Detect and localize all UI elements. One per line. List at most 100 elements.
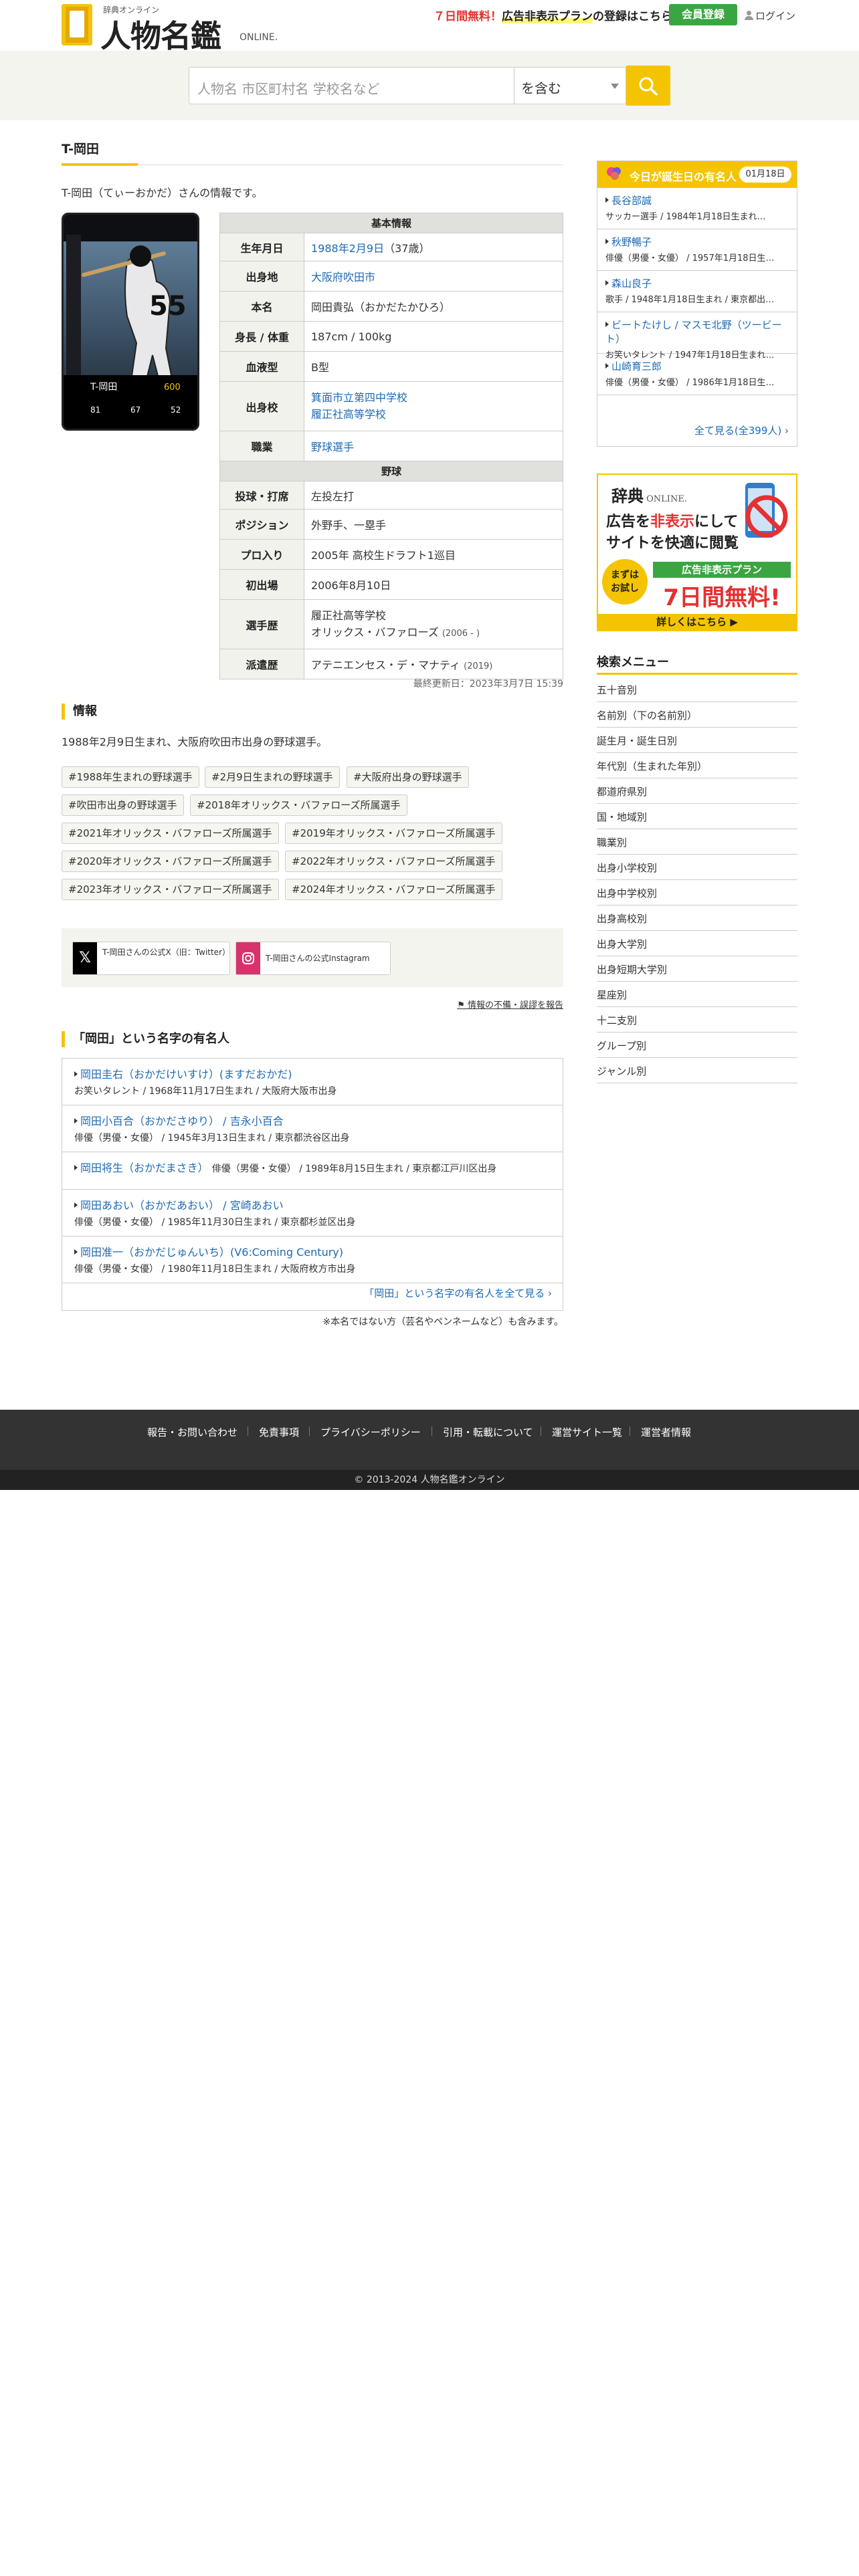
sns-box: 𝕏 T-岡田さんの公式X（旧：Twitter） T-岡田さんの公式Instagr… (62, 928, 563, 987)
search-menu-item[interactable]: 出身中学校別 (597, 880, 797, 905)
person-desc: 俳優（男優・女優） / 1980年11月18日生まれ / 大阪府枚方市出身 (74, 1264, 356, 1275)
card-stat-3: 52 (171, 405, 181, 415)
same-name-more-link[interactable]: 「岡田」という名字の有名人を全て見る › (364, 1286, 552, 1300)
search-input[interactable]: 人物名 市区町村名 学校名など (189, 67, 515, 104)
report-link[interactable]: ⚑ 情報の不備・誤謬を報告 (401, 998, 563, 1010)
list-item[interactable]: ビートたけし / マスモ北野（ツービート） お笑いタレント / 1947年1月18… (597, 312, 797, 360)
footer-divider (309, 1426, 310, 1436)
tag-link[interactable]: #2023年オリックス・バファローズ所属選手 (62, 879, 279, 900)
promo-free-text: ７日間無料！ (434, 10, 502, 23)
ad-free-promo-link[interactable]: ７日間無料！広告非表示プランの登録はこちら (434, 7, 672, 23)
person-desc: 俳優（男優・女優） / 1989年8月15日生まれ / 東京都江戸川区出身 (211, 1164, 497, 1174)
search-menu-item[interactable]: グループ別 (597, 1033, 797, 1058)
tag-link[interactable]: #2024年オリックス・バファローズ所属選手 (285, 879, 502, 900)
last-updated: 最終更新日：2023年3月7日 15:39 (413, 679, 563, 689)
footer-link-privacy[interactable]: プライバシーポリシー (320, 1425, 421, 1439)
tag-link[interactable]: #2022年オリックス・バファローズ所属選手 (285, 851, 502, 872)
ad-free-text: 7日間無料! (663, 584, 781, 611)
list-item[interactable]: 山崎育三郎 俳優（男優・女優） / 1986年1月18日生… (597, 354, 797, 395)
tag-link[interactable]: #2018年オリックス・バファローズ所属選手 (190, 794, 407, 816)
list-item[interactable]: 森山良子 歌手 / 1948年1月18日生まれ / 東京都出… (597, 271, 797, 312)
search-menu-item[interactable]: 職業別 (597, 829, 797, 855)
birthday-more-label: 全て見る(全399人) (694, 425, 782, 437)
instagram-icon (236, 942, 260, 974)
search-menu-item[interactable]: ジャンル別 (597, 1058, 797, 1083)
search-menu-item[interactable]: 誕生月・誕生日別 (597, 728, 797, 753)
list-item[interactable]: 岡田准一（おかだじゅんいち）(V6:Coming Century) 俳優（男優・女… (62, 1237, 563, 1283)
profile-table: 基本情報 生年月日 1988年2月9日（37歳） 出身地 大阪府吹田市 本名 岡田貴弘… (219, 213, 563, 679)
pro-value: 2005年 高校生ドラフト1巡目 (304, 539, 563, 570)
job-link[interactable]: 野球選手 (311, 441, 354, 453)
birthday-more-link[interactable]: 全て見る(全399人) › (694, 423, 789, 437)
tag-link[interactable]: #吹田市出身の野球選手 (62, 794, 184, 816)
user-icon (744, 11, 753, 20)
person-link[interactable]: 岡田あおい（おかだあおい） / 宮崎あおい (74, 1196, 551, 1212)
footer-link-sites[interactable]: 運営サイト一覧 (552, 1425, 622, 1439)
search-mode-select[interactable]: を含む (514, 67, 626, 104)
search-menu-item[interactable]: 五十音別 (597, 677, 797, 702)
site-footer (0, 1410, 859, 1474)
footer-link-operator[interactable]: 運営者情報 (641, 1425, 691, 1439)
ad-free-banner[interactable]: 辞典 ONLINE. 広告を非表示にして サイトを快適に閲覧 まずは お試し 広… (597, 473, 797, 631)
title-underline (62, 163, 138, 166)
promo-tail-text: の登録はこちら (593, 10, 672, 23)
search-menu-item[interactable]: 年代別（生まれた年別） (597, 753, 797, 778)
official-x-link[interactable]: 𝕏 T-岡田さんの公式X（旧：Twitter） (72, 942, 230, 975)
tag-link[interactable]: #2019年オリックス・バファローズ所属選手 (285, 823, 502, 844)
same-name-more-label: 「岡田」という名字の有名人を全て見る (364, 1287, 545, 1299)
person-link[interactable]: ビートたけし / マスモ北野（ツービート） (605, 318, 789, 346)
ad-detail-link[interactable]: 詳しくはこちら ▶ (598, 614, 796, 630)
person-link[interactable]: 山崎育三郎 (605, 359, 789, 373)
tag-link[interactable]: #2020年オリックス・バファローズ所属選手 (62, 851, 279, 872)
list-item[interactable]: 長谷部誠 サッカー選手 / 1984年1月18日生まれ… (597, 188, 797, 229)
register-button[interactable]: 会員登録 (669, 4, 737, 25)
person-link[interactable]: 岡田将生（おかだまさき） (74, 1162, 209, 1174)
list-item[interactable]: 岡田圭右（おかだけいすけ）(ますだおかだ) お笑いタレント / 1968年11月1… (62, 1059, 563, 1105)
person-link[interactable]: 森山良子 (605, 276, 789, 290)
tag-link[interactable]: #2月9日生まれの野球選手 (205, 766, 340, 788)
search-menu-item[interactable]: 出身大学別 (597, 931, 797, 956)
official-instagram-link[interactable]: T-岡田さんの公式Instagram (235, 942, 391, 975)
logo-title: 人物名鑑 (100, 18, 221, 54)
search-menu-item[interactable]: 都道府県別 (597, 778, 797, 804)
search-button[interactable] (626, 66, 670, 106)
birthplace-link[interactable]: 大阪府吹田市 (311, 271, 375, 284)
balloon-icon (607, 167, 621, 180)
throw-label: 投球・打席 (219, 481, 304, 510)
search-menu-item[interactable]: 十二支別 (597, 1007, 797, 1033)
tag-link[interactable]: #大阪府出身の野球選手 (347, 766, 469, 788)
search-menu-underline (597, 673, 797, 675)
ad-logo: 辞典 ONLINE. (611, 483, 687, 506)
list-item[interactable]: 岡田小百合（おかださゆり） / 吉永小百合 俳優（男優・女優） / 1945年3月… (62, 1105, 563, 1152)
tag-link[interactable]: #1988年生まれの野球選手 (62, 766, 199, 788)
footer-link-contact[interactable]: 報告・お問い合わせ (147, 1425, 237, 1439)
person-link[interactable]: 岡田准一（おかだじゅんいち）(V6:Coming Century) (74, 1243, 551, 1259)
age-text: （37歳） (384, 241, 430, 255)
search-menu-item[interactable]: 出身高校別 (597, 905, 797, 931)
birth-label: 生年月日 (219, 233, 304, 261)
list-item[interactable]: 岡田将生（おかだまさき） 俳優（男優・女優） / 1989年8月15日生まれ /… (62, 1152, 563, 1190)
list-item[interactable]: 秋野暢子俳優（男優・女優） / 1957年1月18日生… (597, 229, 797, 271)
search-menu-item[interactable]: 名前別（下の名前別） (597, 702, 797, 728)
footer-link-disclaimer[interactable]: 免責事項 (259, 1425, 299, 1439)
info-heading: 情報 (62, 704, 97, 720)
place-label: 出身地 (219, 261, 304, 292)
school-link-2[interactable]: 履正社高等学校 (311, 408, 386, 421)
footer-link-quote[interactable]: 引用・転載について (443, 1425, 533, 1439)
person-link[interactable]: 岡田小百合（おかださゆり） / 吉永小百合 (74, 1112, 551, 1128)
search-menu-item[interactable]: 国・地域別 (597, 804, 797, 829)
site-logo[interactable]: 辞典オンライン 人物名鑑 ONLINE. (62, 3, 278, 54)
birthdate-link[interactable]: 1988年2月9日 (311, 242, 384, 255)
login-link[interactable]: ログイン (744, 9, 795, 23)
search-menu-item[interactable]: 出身短期大学別 (597, 956, 797, 982)
person-desc: 俳優（男優・女優） / 1957年1月18日生… (605, 253, 775, 263)
person-link[interactable]: 秋野暢子 (605, 235, 789, 249)
search-menu-item[interactable]: 星座別 (597, 982, 797, 1007)
person-link[interactable]: 岡田圭右（おかだけいすけ）(ますだおかだ) (74, 1065, 551, 1081)
tag-link[interactable]: #2021年オリックス・バファローズ所属選手 (62, 823, 279, 844)
search-menu-item[interactable]: 出身小学校別 (597, 855, 797, 880)
list-item[interactable]: 岡田あおい（おかだあおい） / 宮崎あおい 俳優（男優・女優） / 1985年11… (62, 1190, 563, 1237)
person-link[interactable]: 長谷部誠 (605, 193, 789, 207)
school-link-1[interactable]: 箕面市立第四中学校 (311, 391, 407, 404)
job-label: 職業 (219, 431, 304, 461)
